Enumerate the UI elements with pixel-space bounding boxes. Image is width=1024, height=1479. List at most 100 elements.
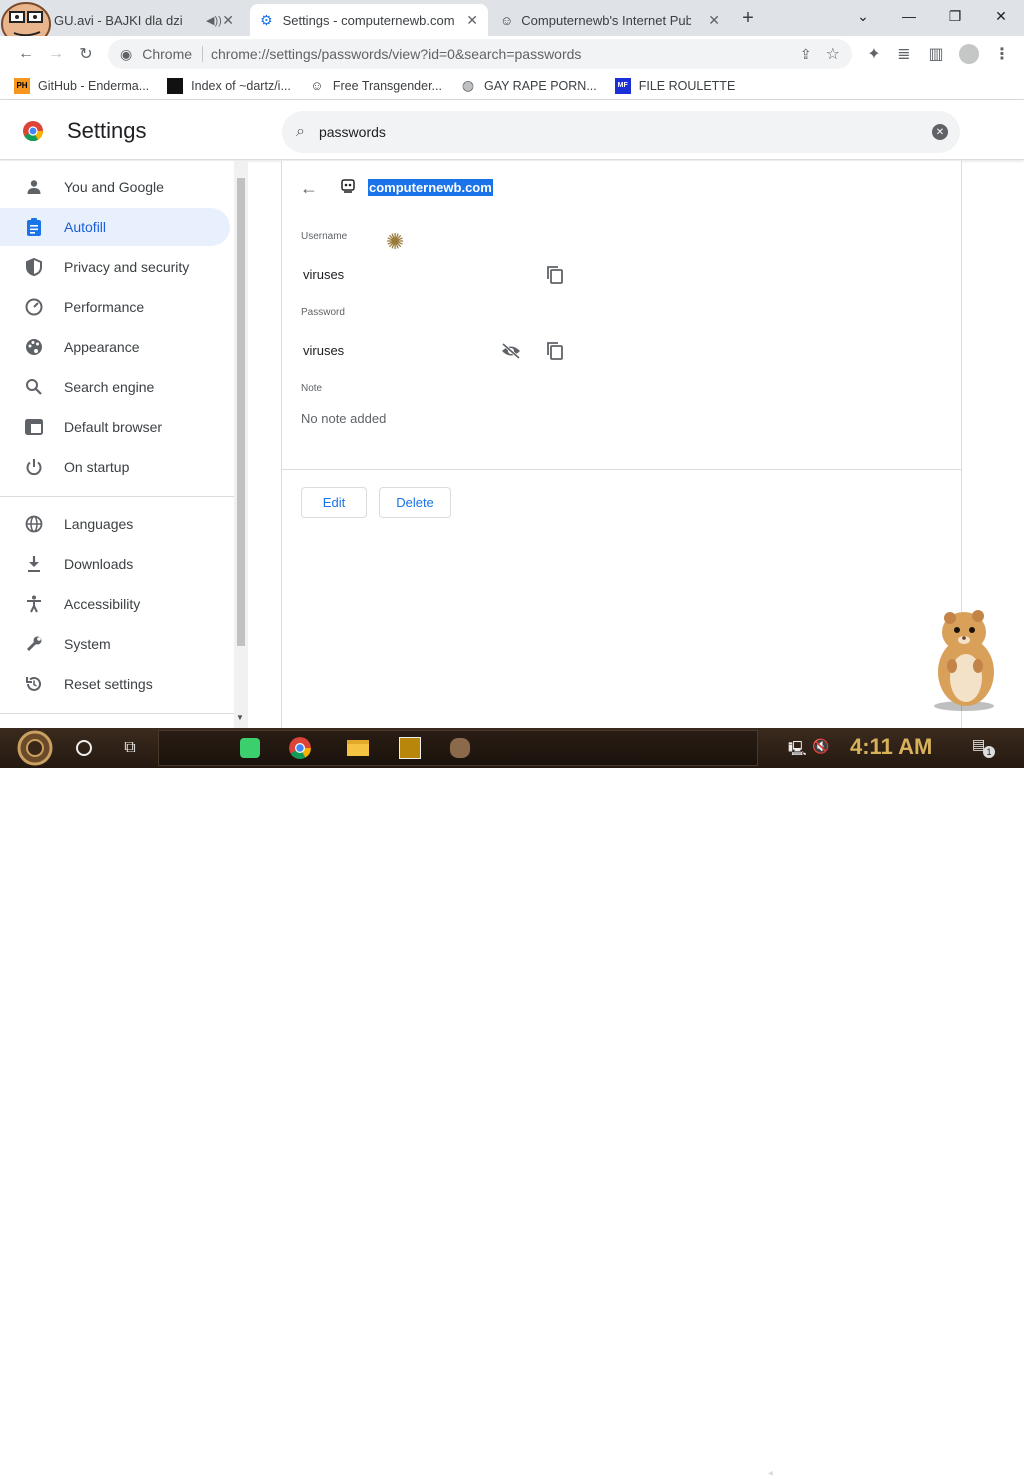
bookmark-free-transgender[interactable]: ☺ Free Transgender... [309,78,442,94]
wrench-icon [24,634,44,654]
game-app-icon[interactable] [396,734,424,762]
sidebar-item-search-engine[interactable]: Search engine [0,368,230,406]
pub-favicon-icon: ☺ [500,12,514,28]
gear-icon: ⚙ [260,11,273,28]
back-arrow-icon[interactable]: ← [300,178,318,199]
sidebar-item-default-browser[interactable]: Default browser [0,408,230,446]
sidebar-item-appearance[interactable]: Appearance [0,328,230,366]
bookmark-index-dartz[interactable]: Index of ~dartz/i... [167,77,291,94]
speaker-icon[interactable]: ◀)) [206,14,222,27]
username-label: Username [301,231,348,242]
bookmarks-bar: PH GitHub - Enderma... Index of ~dartz/i… [0,72,1024,100]
restore-button[interactable]: ❐ [932,0,978,32]
copy-password-icon[interactable] [546,341,564,366]
tab-search-icon[interactable]: ⌄ [840,0,886,32]
address-bar[interactable]: ◉ Chrome chrome://settings/passwords/vie… [108,39,852,69]
sidebar-item-system[interactable]: System [0,625,230,663]
network-icon[interactable]: 🖳 [788,738,807,762]
hamster-desktop-pet [920,604,1010,712]
tab-internet-pub[interactable]: ☺ Computernewb's Internet Pub ✕ [490,4,730,36]
password-value[interactable]: viruses [303,343,344,358]
start-button[interactable] [12,730,58,766]
close-tab-icon[interactable]: ✕ [708,12,720,29]
url-text[interactable]: chrome://settings/passwords/view?id=0&se… [211,46,581,62]
close-window-button[interactable]: ✕ [978,0,1024,32]
side-panel-icon[interactable]: ▥ [922,40,950,68]
note-label: Note [301,383,323,394]
reset-icon [24,674,44,694]
back-button[interactable]: ← [12,40,40,68]
edit-button[interactable]: Edit [301,487,367,518]
bookmark-star-icon[interactable]: ☆ [826,44,840,64]
browser-icon [24,417,44,437]
browser-toolbar: ← → ↻ ◉ Chrome chrome://settings/passwor… [0,36,1024,72]
notes-app-icon[interactable] [236,734,264,762]
taskbar: ⧉ ◂ 🖳 🔇 4:11 AM ▤ 1 [0,728,1024,1479]
bookmark-globe-site[interactable]: ◍ GAY RAPE PORN... [460,77,597,94]
search-input[interactable]: passwords [319,124,386,140]
sidebar-item-privacy[interactable]: Privacy and security [0,248,230,286]
speedometer-icon [24,297,44,317]
ph-icon: PH [14,77,30,94]
clipboard-icon [24,217,44,237]
sidebar-divider [0,496,234,497]
sidebar-item-languages[interactable]: Languages [0,505,230,543]
card-divider [282,469,961,470]
reload-button[interactable]: ↻ [72,40,100,68]
hide-password-eye-icon[interactable] [501,342,521,364]
task-view-icon[interactable]: ⧉ [116,734,144,762]
sidebar-item-autofill[interactable]: Autofill [0,208,230,246]
extensions-icon[interactable]: ✦ [860,40,888,68]
sidebar-item-accessibility[interactable]: Accessibility [0,585,230,623]
clear-search-icon[interactable]: ✕ [932,124,948,140]
sidebar-item-on-startup[interactable]: On startup [0,448,230,486]
mf-icon: MF [614,77,631,94]
media-controls-icon[interactable]: ≣ [890,40,918,68]
chrome-taskbar-icon[interactable] [286,734,314,762]
globe-icon [24,514,44,534]
delete-button[interactable]: Delete [379,487,451,518]
shield-icon [24,257,44,277]
tab-video[interactable]: GU.avi - BAJKI dla dzi ◀)) ✕ [44,4,244,36]
file-explorer-icon[interactable] [344,734,372,762]
bookmark-github[interactable]: PH GitHub - Enderma... [14,77,149,94]
tray-overflow-icon[interactable]: ◂ [768,1468,773,1479]
minimize-button[interactable]: — [886,0,932,32]
close-tab-icon[interactable]: ✕ [222,12,234,29]
bookmark-file-roulette[interactable]: MF FILE ROULETTE [614,77,735,94]
volume-muted-icon[interactable]: 🔇 [812,738,829,755]
sidebar-divider-bottom [0,713,234,714]
notification-count-badge: 1 [983,746,995,758]
chrome-icon: ◉ [120,45,133,62]
settings-search[interactable]: ⌕ passwords ✕ [282,111,960,153]
site-favicon-icon [340,178,356,199]
tab-settings[interactable]: ⚙ Settings - computernewb.com ✕ [250,4,488,36]
scroll-down-arrow-icon[interactable]: ▼ [236,713,244,722]
notifications-icon[interactable]: ▤ 1 [972,736,995,758]
sidebar-item-reset-settings[interactable]: Reset settings [0,665,230,703]
scrollbar-thumb[interactable] [237,178,245,646]
profile-avatar[interactable] [955,40,983,68]
face-icon: ☺ [310,78,324,93]
new-tab-button[interactable]: + [736,6,760,30]
hamster-app-icon[interactable] [446,734,474,762]
note-value: No note added [301,411,387,426]
copy-username-icon[interactable] [546,265,564,290]
forward-button[interactable]: → [42,40,70,68]
cortana-search-icon[interactable] [70,734,98,762]
sidebar-item-you-and-google[interactable]: You and Google [0,168,230,206]
menu-kebab-icon[interactable]: ⋮ [988,40,1016,68]
dragonfly-cursor-icon: ✺ [386,229,405,254]
password-detail-card: ← computernewb.com Username ✺ viruses Pa… [281,161,962,728]
password-label: Password [301,307,345,318]
close-tab-icon[interactable]: ✕ [466,12,478,29]
share-icon[interactable]: ⇪ [800,46,812,63]
sidebar-item-downloads[interactable]: Downloads [0,545,230,583]
settings-header: Settings ⌕ passwords ✕ [0,100,1024,160]
site-chip[interactable]: Chrome [142,46,204,62]
download-icon [24,554,44,574]
taskbar-clock[interactable]: 4:11 AM [850,734,932,760]
page-title: Settings [67,118,147,143]
sidebar-item-performance[interactable]: Performance [0,288,230,326]
username-value[interactable]: viruses [303,267,344,282]
